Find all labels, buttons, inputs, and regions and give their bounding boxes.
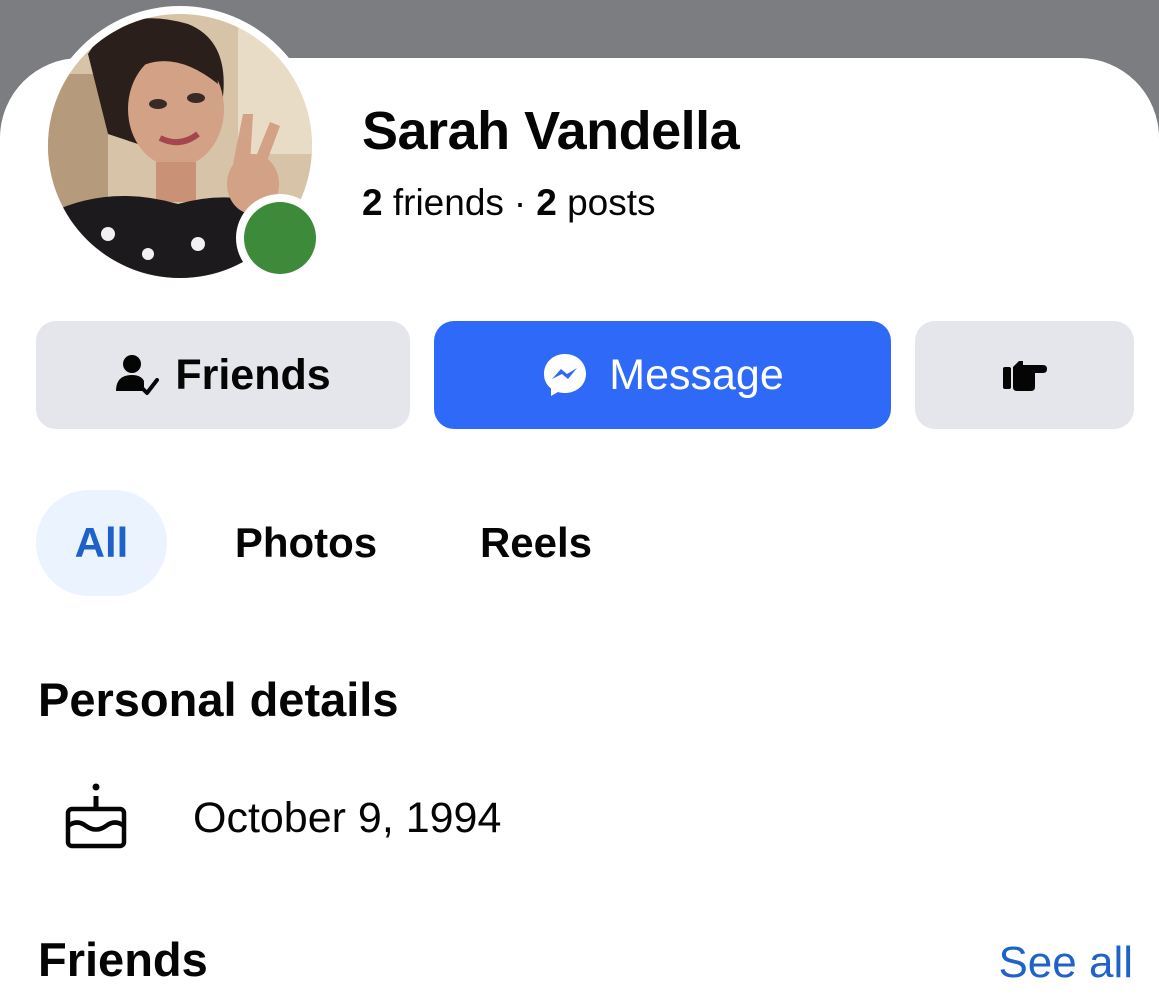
friends-button-label: Friends: [175, 350, 331, 399]
posts-count-label[interactable]: posts: [567, 182, 655, 223]
friend-check-icon: [116, 355, 160, 395]
message-button-label: Message: [609, 350, 784, 399]
poke-button[interactable]: [915, 321, 1134, 429]
online-status-dot: [244, 202, 316, 274]
poke-hand-icon: [1002, 361, 1047, 391]
birthday-cake-icon: [65, 783, 127, 849]
tab-reels[interactable]: Reels: [474, 490, 598, 596]
friends-count-label[interactable]: friends: [393, 182, 504, 223]
see-all-friends-link[interactable]: See all: [998, 938, 1133, 988]
friends-count: 2: [362, 182, 383, 223]
birthday-date: October 9, 1994: [193, 794, 502, 842]
profile-name: Sarah Vandella: [362, 101, 740, 161]
tab-photos[interactable]: Photos: [226, 490, 386, 596]
stats-separator: ·: [513, 182, 527, 223]
friends-section-title: Friends: [38, 933, 208, 986]
profile-stats: 2 friends · 2 posts: [362, 182, 656, 224]
posts-count: 2: [536, 182, 557, 223]
message-button[interactable]: Message: [434, 321, 891, 429]
friends-button[interactable]: Friends: [36, 321, 410, 429]
personal-details-title: Personal details: [38, 673, 399, 726]
messenger-icon: [544, 354, 587, 396]
tab-all[interactable]: All: [36, 490, 167, 596]
